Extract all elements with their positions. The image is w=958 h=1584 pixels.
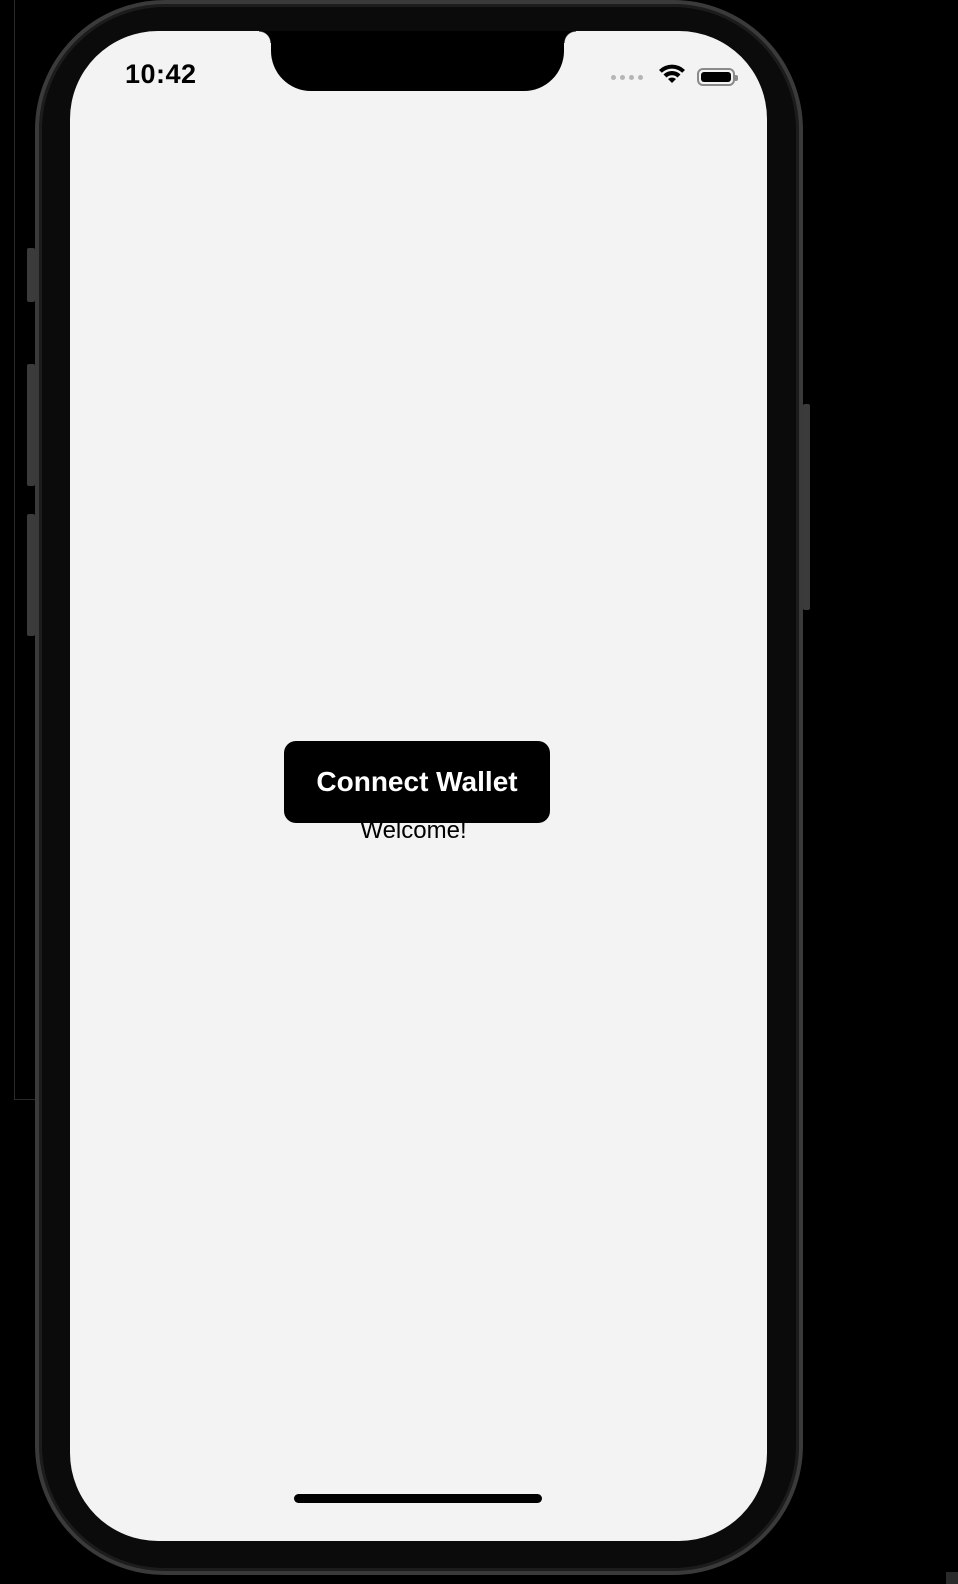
- app-content: Connect Wallet Welcome!: [70, 31, 767, 1541]
- device-screen: 10:42 Connect Wallet Welcome!: [70, 31, 767, 1541]
- mute-switch: [27, 248, 35, 302]
- connect-wallet-button[interactable]: Connect Wallet: [284, 741, 550, 823]
- volume-up-button: [27, 364, 35, 486]
- simulator-stage: 10:42 Connect Wallet Welcome!: [0, 0, 958, 1584]
- home-indicator[interactable]: [294, 1494, 542, 1503]
- volume-down-button: [27, 514, 35, 636]
- window-resize-handle[interactable]: [946, 1572, 958, 1584]
- welcome-text: Welcome!: [360, 817, 467, 844]
- power-button: [803, 404, 810, 610]
